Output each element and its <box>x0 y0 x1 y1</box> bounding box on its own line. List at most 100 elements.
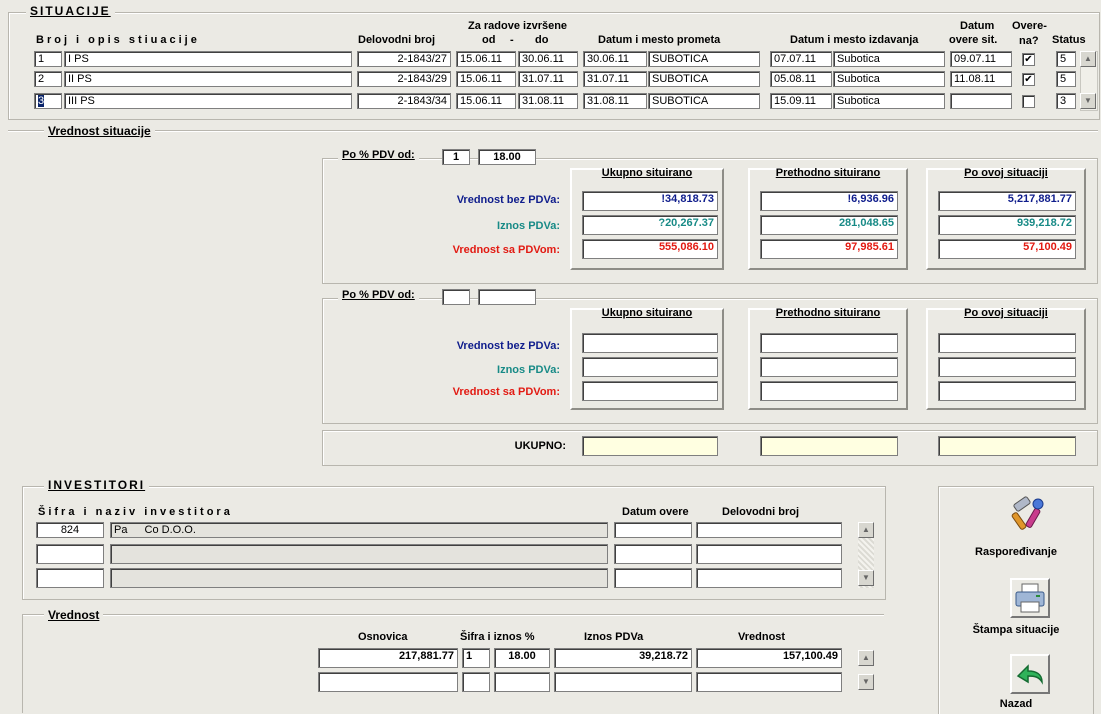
investitor-sifra[interactable] <box>36 544 104 564</box>
investitor-datum[interactable] <box>614 568 692 588</box>
investitor-delovodni[interactable] <box>696 568 842 588</box>
row-od[interactable]: 15.06.11 <box>456 71 516 87</box>
row-do[interactable]: 30.06.11 <box>518 51 578 67</box>
row-delovodni[interactable]: 2-1843/27 <box>357 51 451 67</box>
pdv-code-2[interactable] <box>442 289 470 305</box>
vrednost-osnovica-2[interactable] <box>318 672 458 692</box>
po-ovoj-iznos-pdva[interactable]: 939,218.72 <box>938 215 1076 235</box>
ukupno-iznos-pdva[interactable]: ?20,267.37 <box>582 215 718 235</box>
scroll-down-button[interactable]: ▼ <box>1080 93 1096 109</box>
scroll-up-button[interactable]: ▲ <box>1080 51 1096 67</box>
ukupno-total-3[interactable] <box>938 436 1076 456</box>
row-description[interactable]: II PS <box>64 71 352 87</box>
row-promet-datum[interactable]: 30.06.11 <box>583 51 647 67</box>
ukupno-total-1[interactable] <box>582 436 718 456</box>
investitor-delovodni[interactable] <box>696 544 842 564</box>
row-overa[interactable]: 09.07.11 <box>950 51 1012 67</box>
pdv-code-1[interactable]: 1 <box>442 149 470 165</box>
row-izd-mesto[interactable]: Subotica <box>833 71 945 87</box>
row-promet-datum[interactable]: 31.08.11 <box>583 93 647 109</box>
row-izd-mesto[interactable]: Subotica <box>833 93 945 109</box>
row-od[interactable]: 15.06.11 <box>456 93 516 109</box>
row-status[interactable]: 5 <box>1056 51 1076 67</box>
row-delovodni[interactable]: 2-1843/29 <box>357 71 451 87</box>
vrednost-sifra-2[interactable] <box>462 672 490 692</box>
prethodno-iznos-pdva[interactable]: 281,048.65 <box>760 215 898 235</box>
investitor-delovodni[interactable] <box>696 522 842 538</box>
row-number[interactable]: 1 <box>34 51 62 67</box>
row-overa[interactable] <box>950 93 1012 109</box>
investitor-sifra[interactable]: 824 <box>36 522 104 538</box>
row-overena-checkbox[interactable]: ✔ <box>1022 53 1035 66</box>
ukupno-sa-pdvom[interactable]: 555,086.10 <box>582 239 718 259</box>
vrednost-ukupno-2[interactable] <box>696 672 842 692</box>
ukupno-total-2[interactable] <box>760 436 898 456</box>
row-promet-mesto[interactable]: SUBOTICA <box>648 51 760 67</box>
row-status[interactable]: 3 <box>1056 93 1076 109</box>
row-izd-datum[interactable]: 07.07.11 <box>770 51 832 67</box>
po-ovoj-iznos-pdva-2[interactable] <box>938 357 1076 377</box>
ukupno-iznos-pdva-2[interactable] <box>582 357 718 377</box>
row-do[interactable]: 31.08.11 <box>518 93 578 109</box>
prethodno-sa-pdvom-2[interactable] <box>760 381 898 401</box>
row-izd-mesto[interactable]: Subotica <box>833 51 945 67</box>
row-description[interactable]: III PS <box>64 93 352 109</box>
row-delovodni[interactable]: 2-1843/34 <box>357 93 451 109</box>
stampa-button[interactable] <box>1010 578 1050 618</box>
row-overena-checkbox[interactable] <box>1022 95 1035 108</box>
prethodno-sa-pdvom[interactable]: 97,985.61 <box>760 239 898 259</box>
row-number-selected: 3 <box>38 95 45 107</box>
prethodno-bez-pdva[interactable]: !6,936.96 <box>760 191 898 211</box>
header-za-radove: Za radove izvršene <box>468 20 568 32</box>
po-ovoj-bez-pdva[interactable]: 5,217,881.77 <box>938 191 1076 211</box>
row-promet-mesto[interactable]: SUBOTICA <box>648 71 760 87</box>
row-promet-datum[interactable]: 31.07.11 <box>583 71 647 87</box>
row-promet-mesto[interactable]: SUBOTICA <box>648 93 760 109</box>
investitor-sifra[interactable] <box>36 568 104 588</box>
investitor-datum[interactable] <box>614 544 692 564</box>
investitor-datum[interactable] <box>614 522 692 538</box>
vrednost-situacije-divider <box>8 130 1098 132</box>
row-status[interactable]: 5 <box>1056 71 1076 87</box>
row-do[interactable]: 31.07.11 <box>518 71 578 87</box>
po-ovoj-sa-pdvom-2[interactable] <box>938 381 1076 401</box>
pdv-rate-2[interactable] <box>478 289 536 305</box>
prethodno-bez-pdva-2[interactable] <box>760 333 898 353</box>
vrednost-iznos-pdva-2[interactable] <box>554 672 692 692</box>
investitori-scroll-down[interactable]: ▼ <box>858 570 874 586</box>
rasporedivanje-button[interactable] <box>1008 494 1048 534</box>
header-dash: - <box>510 34 514 46</box>
ukupno-bez-pdva-2[interactable] <box>582 333 718 353</box>
row-number[interactable]: 2 <box>34 71 62 87</box>
row-od[interactable]: 15.06.11 <box>456 51 516 67</box>
investitor-naziv[interactable]: Pa Co D.O.O. <box>110 522 608 538</box>
prethodno-iznos-pdva-2[interactable] <box>760 357 898 377</box>
investitor-naziv[interactable] <box>110 544 608 564</box>
investitori-scroll-up[interactable]: ▲ <box>858 522 874 538</box>
vrednost-osnovica[interactable]: 217,881.77 <box>318 648 458 668</box>
label-iznos-pdva-2: Iznos PDVa: <box>497 364 560 376</box>
row-overena-checkbox[interactable]: ✔ <box>1022 73 1035 86</box>
row-overa[interactable]: 11.08.11 <box>950 71 1012 87</box>
ukupno-bez-pdva[interactable]: !34,818.73 <box>582 191 718 211</box>
row-description[interactable]: I PS <box>64 51 352 67</box>
row-izd-datum[interactable]: 15.09.11 <box>770 93 832 109</box>
vrednost-procenat-2[interactable] <box>494 672 550 692</box>
row-izd-datum[interactable]: 05.08.11 <box>770 71 832 87</box>
vrednost-ukupno[interactable]: 157,100.49 <box>696 648 842 668</box>
vrednost-scroll-up[interactable]: ▲ <box>858 650 874 666</box>
nazad-button[interactable] <box>1010 654 1050 694</box>
vrednost-sifra[interactable]: 1 <box>462 648 490 668</box>
vrednost-procenat[interactable]: 18.00 <box>494 648 550 668</box>
header-osnovica: Osnovica <box>358 631 408 643</box>
investitor-naziv-part1: Pa <box>114 524 128 536</box>
po-ovoj-sa-pdvom[interactable]: 57,100.49 <box>938 239 1076 259</box>
header-do: do <box>535 34 549 46</box>
vrednost-scroll-down[interactable]: ▼ <box>858 674 874 690</box>
investitor-naziv[interactable] <box>110 568 608 588</box>
po-ovoj-bez-pdva-2[interactable] <box>938 333 1076 353</box>
row-number[interactable]: 3 <box>34 93 62 109</box>
vrednost-iznos-pdva[interactable]: 39,218.72 <box>554 648 692 668</box>
pdv-rate-1[interactable]: 18.00 <box>478 149 536 165</box>
ukupno-sa-pdvom-2[interactable] <box>582 381 718 401</box>
